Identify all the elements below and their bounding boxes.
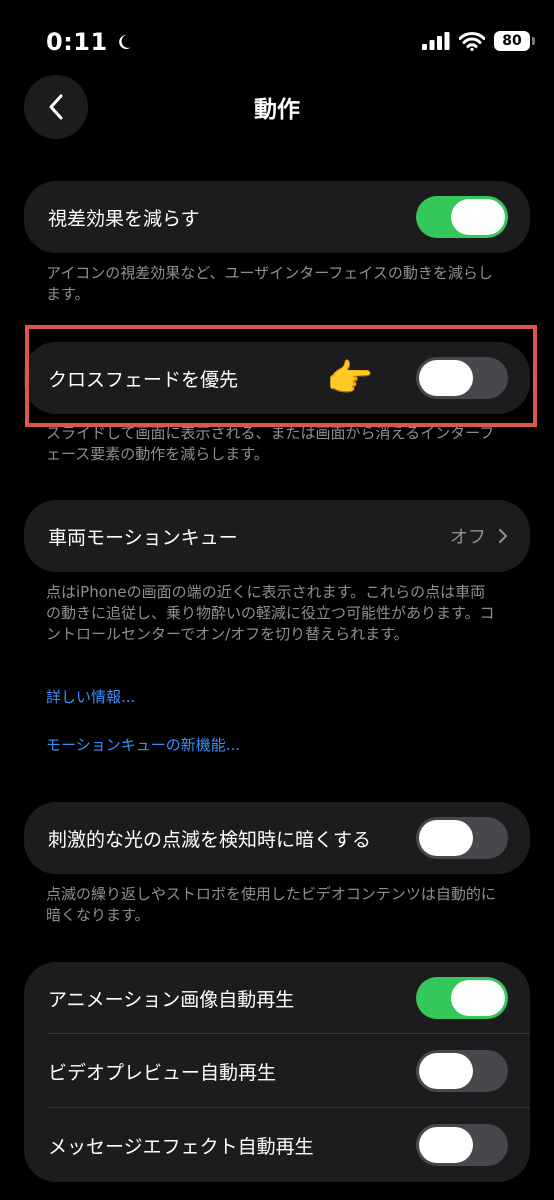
vehicle-motion-row[interactable]: 車両モーションキュー オフ [24,500,530,572]
autoplay-animated-images-toggle[interactable] [416,977,508,1019]
autoplay-message-effects-toggle[interactable] [416,1124,508,1166]
cellular-signal-icon [422,32,450,50]
wifi-icon [459,31,485,51]
dim-flashing-footnote: 点滅の繰り返しやストロボを使用したビデオコンテンツは自動的に暗くなります。 [46,885,496,924]
reduce-motion-row: 視差効果を減らす [24,181,530,253]
vehicle-motion-footnote: 点はiPhoneの画面の端の近くに表示されます。これらの点は車両の動きに追従し、… [46,583,495,643]
reduce-motion-group: 視差効果を減らす [24,181,530,253]
dim-flashing-row: 刺激的な光の点滅を検知時に暗くする [24,802,530,874]
dim-flashing-group: 刺激的な光の点滅を検知時に暗くする [24,802,530,874]
highlight-frame [25,325,537,427]
vehicle-motion-value-wrap: オフ [450,523,508,549]
autoplay-animated-images-row: アニメーション画像自動再生 [24,962,530,1034]
vehicle-motion-value: オフ [450,527,486,548]
vehicle-motion-label: 車両モーションキュー [48,526,238,549]
autoplay-animated-images-label: アニメーション画像自動再生 [48,988,295,1011]
reduce-motion-toggle[interactable] [416,196,508,238]
dim-flashing-label: 刺激的な光の点滅を検知時に暗くする [48,828,372,851]
moon-icon [118,35,131,49]
page-title: 動作 [254,97,300,123]
autoplay-video-previews-label: ビデオプレビュー自動再生 [48,1061,277,1084]
battery-tip [532,37,535,45]
learn-more-link[interactable]: 詳しい情報... [46,686,135,707]
chevron-right-icon [498,528,508,544]
status-time: 0:11 [46,28,134,56]
motion-cues-new-features-link[interactable]: モーションキューの新機能... [46,734,240,755]
toggle-knob [451,980,505,1016]
battery-icon: 80 [494,31,535,51]
status-time-text: 0:11 [46,28,108,56]
pointing-hand-icon: 👉 [326,356,374,400]
autoplay-message-effects-row: メッセージエフェクト自動再生 [24,1108,530,1182]
reduce-motion-footnote: アイコンの視差効果など、ユーザインターフェイスの動きを減らします。 [46,264,493,303]
toggle-knob [419,1127,473,1163]
battery-level: 80 [502,33,522,49]
autoplay-group: アニメーション画像自動再生 ビデオプレビュー自動再生 メッセージエフェクト自動再… [24,962,530,1182]
status-indicators: 80 [422,31,535,51]
motion-settings-screen: 0:11 80 動作 視差効果を減らす アイコンの視差効果など、ユーザインターフ… [0,0,554,1200]
crossfade-footnote: スライドして画面に表示される、または画面から消えるインターフェース要素の動作を減… [46,424,495,463]
reduce-motion-label: 視差効果を減らす [48,207,200,230]
toggle-knob [419,820,473,856]
autoplay-video-previews-toggle[interactable] [416,1050,508,1092]
autoplay-video-previews-row: ビデオプレビュー自動再生 [24,1034,530,1108]
autoplay-message-effects-label: メッセージエフェクト自動再生 [48,1135,314,1158]
toggle-knob [419,1053,473,1089]
dim-flashing-toggle[interactable] [416,817,508,859]
toggle-knob [451,199,505,235]
vehicle-motion-group: 車両モーションキュー オフ [24,500,530,572]
